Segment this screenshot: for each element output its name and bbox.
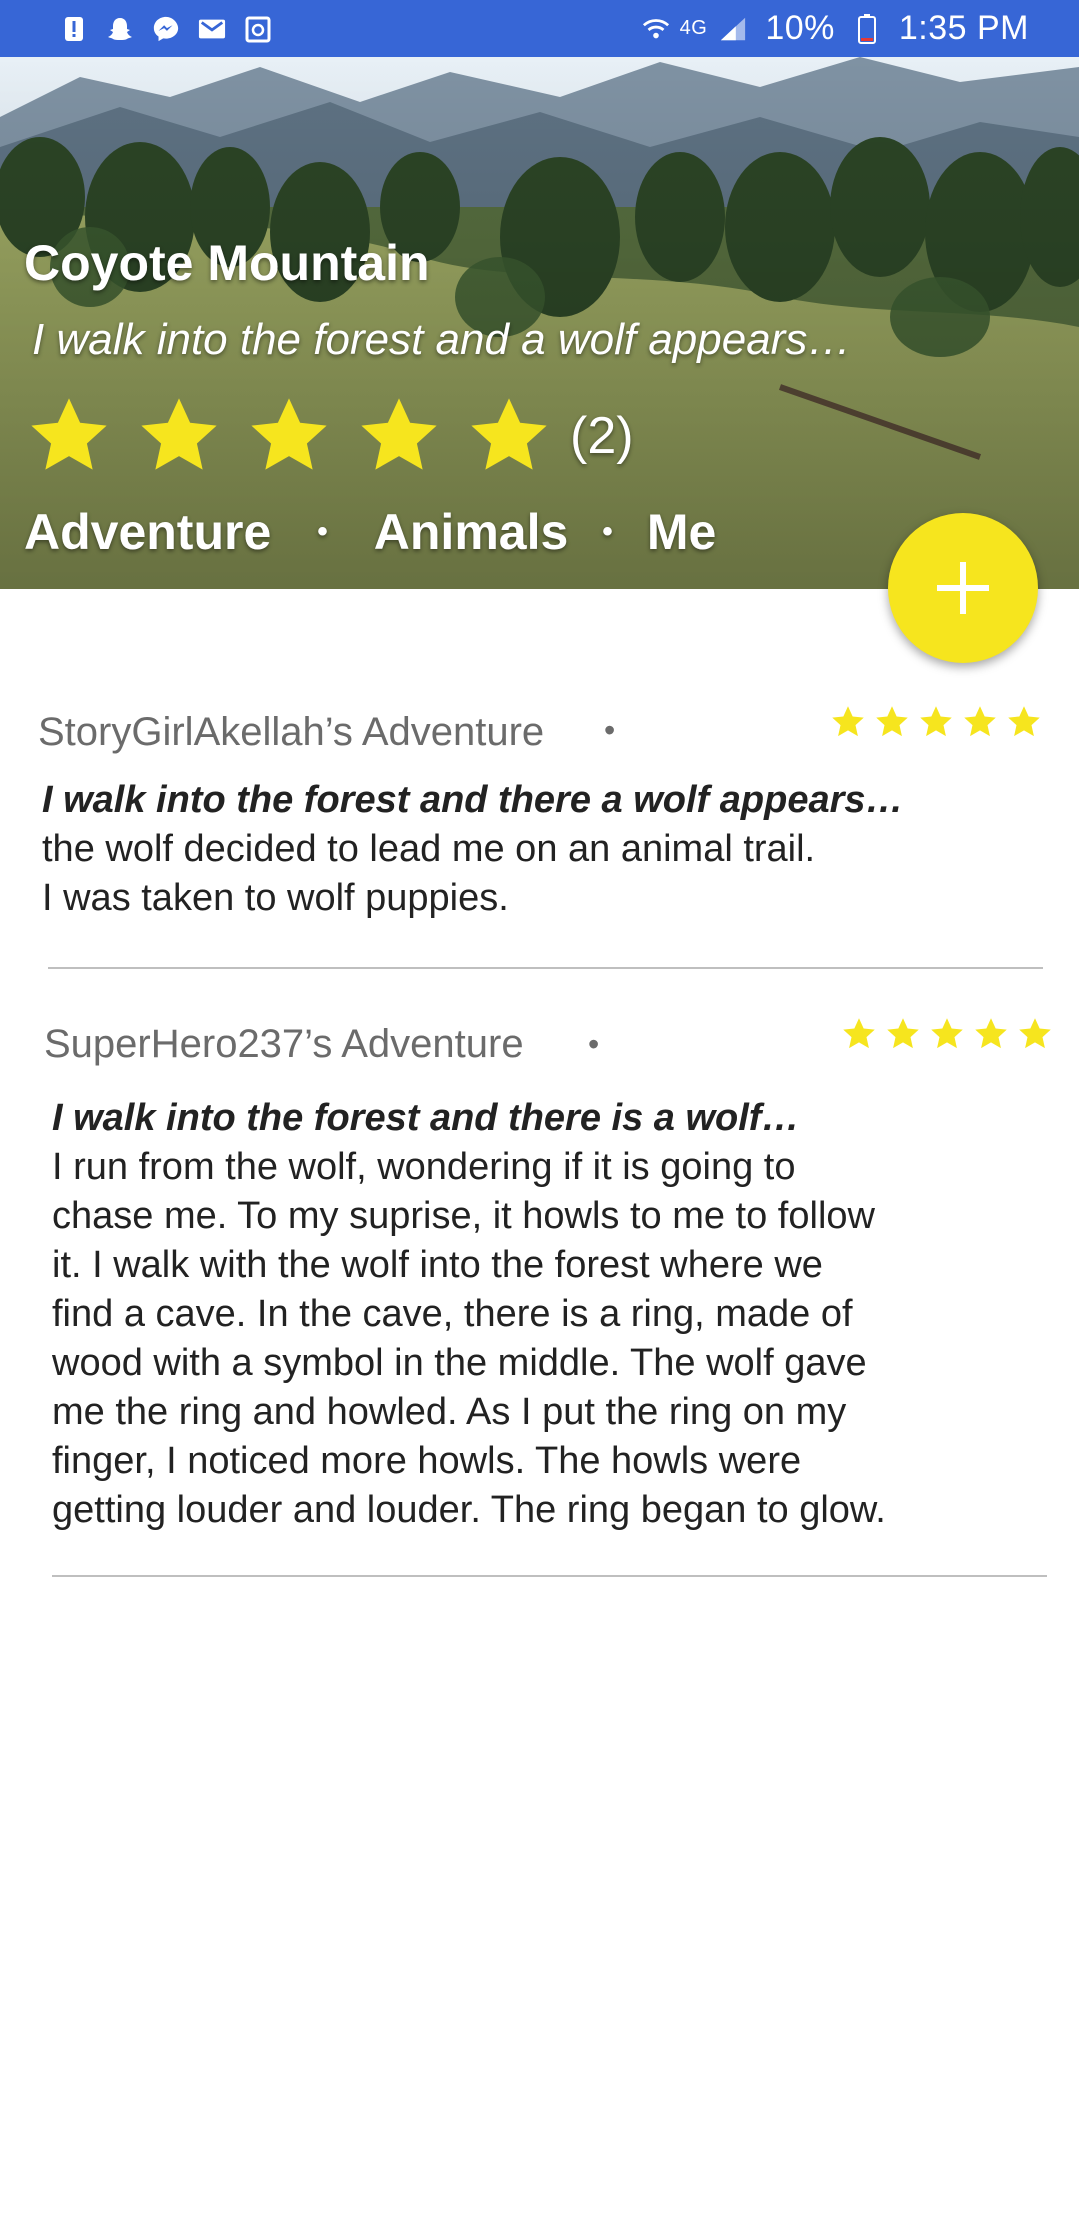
add-story-button[interactable] (888, 513, 1038, 663)
story-card[interactable]: SuperHero237’s Adventure • I walk into t… (0, 1012, 1079, 1572)
star-icon (141, 398, 217, 470)
story-line: getting louder and louder. The ring bega… (52, 1489, 886, 1531)
rating-row: (2) (24, 393, 1079, 479)
tag-separator: • (317, 515, 328, 548)
star-icon (1008, 706, 1040, 737)
star-icon (843, 1018, 875, 1049)
clock: 1:35 PM (898, 9, 1029, 47)
wifi-icon (642, 15, 670, 43)
story-author[interactable]: SuperHero237’s Adventure (44, 1022, 524, 1067)
star-icon (920, 706, 952, 737)
divider (52, 1575, 1047, 1577)
story-prompt: I walk into the forest and there is a wo… (52, 1097, 800, 1139)
star-icon (361, 398, 437, 470)
story-line: wood with a symbol in the middle. The wo… (52, 1342, 867, 1384)
story-line: I run from the wolf, wondering if it is … (52, 1146, 796, 1188)
star-icon (1019, 1018, 1051, 1049)
star-icon (251, 398, 327, 470)
story-text: I walk into the forest and there is a wo… (52, 1094, 886, 1535)
gmail-icon (198, 15, 226, 43)
divider (48, 967, 1043, 969)
star-icon (931, 1018, 963, 1049)
calendar-icon (244, 15, 272, 43)
star-icon (887, 1018, 919, 1049)
status-icons-left (60, 15, 272, 43)
author-separator: • (604, 712, 616, 748)
author-separator: • (588, 1026, 600, 1062)
star-icon (964, 706, 996, 737)
story-text: I walk into the forest and there a wolf … (42, 776, 904, 923)
story-line: I was taken to wolf puppies. (42, 877, 509, 919)
star-icon (471, 398, 547, 470)
story-header: StoryGirlAkellah’s Adventure • (0, 700, 1079, 760)
network-type: 4G (679, 17, 708, 39)
battery-percent: 10% (765, 9, 835, 47)
status-icons-right: 4G 10% 1:35 PM (642, 9, 1029, 48)
location-title: Coyote Mountain (24, 235, 430, 291)
story-card[interactable]: StoryGirlAkellah’s Adventure • I walk in… (0, 700, 1079, 970)
star-icon (876, 706, 908, 737)
story-header: SuperHero237’s Adventure • (0, 1012, 1079, 1072)
story-line: chase me. To my suprise, it howls to me … (52, 1195, 875, 1237)
story-prompt: I walk into the forest and a wolf appear… (32, 315, 852, 364)
tag-me[interactable]: Me (647, 503, 716, 561)
tag-separator: • (602, 515, 613, 548)
signal-icon (719, 15, 747, 43)
star-icon (832, 706, 864, 737)
story-rating (841, 1016, 1053, 1052)
alert-icon (60, 15, 88, 43)
story-prompt: I walk into the forest and there a wolf … (42, 779, 904, 821)
status-bar: 4G 10% 1:35 PM (0, 0, 1079, 57)
star-icon (31, 398, 107, 470)
hero-info: Coyote Mountain I walk into the forest a… (24, 235, 1079, 561)
star-icon (975, 1018, 1007, 1049)
story-line: it. I walk with the wolf into the forest… (52, 1244, 823, 1286)
story-author[interactable]: StoryGirlAkellah’s Adventure (38, 710, 544, 755)
snapchat-icon (106, 15, 134, 43)
rating-count: (2) (570, 407, 634, 465)
story-rating (830, 704, 1042, 740)
tag-animals[interactable]: Animals (374, 503, 569, 561)
battery-icon (853, 13, 881, 44)
hero-banner: Coyote Mountain I walk into the forest a… (0, 57, 1079, 589)
tag-adventure[interactable]: Adventure (24, 503, 271, 561)
story-line: me the ring and howled. As I put the rin… (52, 1391, 847, 1433)
story-line: find a cave. In the cave, there is a rin… (52, 1293, 853, 1335)
messenger-icon (152, 15, 180, 43)
plus-icon (937, 562, 989, 614)
story-line: finger, I noticed more howls. The howls … (52, 1440, 802, 1482)
story-line: the wolf decided to lead me on an animal… (42, 828, 816, 870)
